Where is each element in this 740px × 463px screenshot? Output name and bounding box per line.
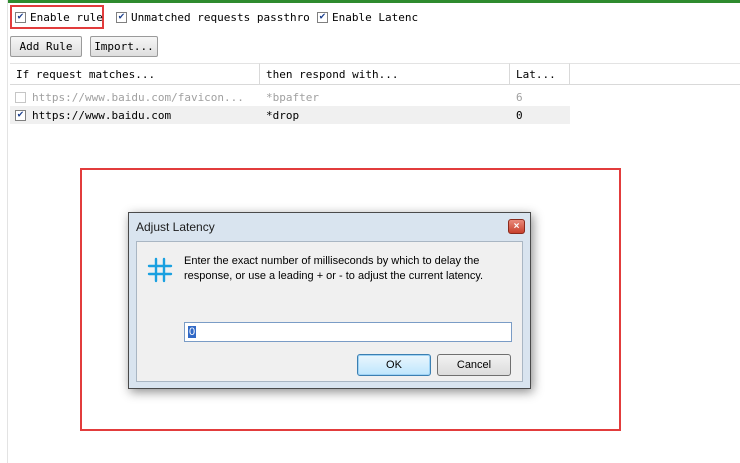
add-rule-button[interactable]: Add Rule [10,36,82,57]
top-accent-line [0,0,740,3]
ok-button[interactable]: OK [357,354,431,376]
enable-rule-checkbox[interactable]: ✔ Enable rule [15,10,103,24]
close-button[interactable]: × [508,219,525,234]
row-match: https://www.baidu.com/favicon... [32,90,244,104]
unmatched-passthrough-label: Unmatched requests passthro [131,10,310,24]
row-latency: 6 [516,90,523,104]
row-action: *drop [266,108,300,122]
enable-rule-label: Enable rule [30,10,103,24]
table-row[interactable]: ✔ https://www.baidu.com *drop 0 [10,106,570,124]
unmatched-passthrough-checkbox[interactable]: ✔ Unmatched requests passthro [116,10,310,24]
import-button[interactable]: Import... [90,36,158,57]
row-latency: 0 [516,108,523,122]
row-match: https://www.baidu.com [32,108,172,122]
enable-latency-checkbox[interactable]: ✔ Enable Latenc [317,10,418,24]
latency-input[interactable]: 0 [184,322,512,342]
cancel-button[interactable]: Cancel [437,354,511,376]
adjust-latency-dialog: Adjust Latency × Enter the exact number … [128,212,531,389]
enable-latency-label: Enable Latenc [332,10,419,24]
dialog-message: Enter the exact number of milliseconds b… [184,255,484,282]
rules-table: If request matches... then respond with.… [10,63,740,133]
column-header-response[interactable]: then respond with... [260,63,510,85]
close-icon: × [513,221,520,232]
latency-input-value: 0 [188,326,197,338]
column-header-filler [570,63,740,85]
row-checkbox[interactable] [15,88,30,106]
fiddler-icon [147,257,173,283]
table-row[interactable]: https://www.baidu.com/favicon... *bpafte… [10,88,570,106]
column-header-match[interactable]: If request matches... [10,63,260,85]
checkmark-icon: ✔ [317,11,328,23]
row-checkbox[interactable]: ✔ [15,106,30,124]
checkbox-unchecked-icon [15,91,26,103]
dialog-client-area: Enter the exact number of milliseconds b… [136,241,523,382]
dialog-title: Adjust Latency [136,220,215,234]
left-panel-edge [0,0,8,463]
checkmark-icon: ✔ [15,11,26,23]
checkmark-icon: ✔ [15,109,26,121]
dialog-titlebar[interactable]: Adjust Latency [129,213,530,241]
column-header-latency[interactable]: Lat... [510,63,570,85]
checkmark-icon: ✔ [116,11,127,23]
row-action: *bpafter [266,90,319,104]
